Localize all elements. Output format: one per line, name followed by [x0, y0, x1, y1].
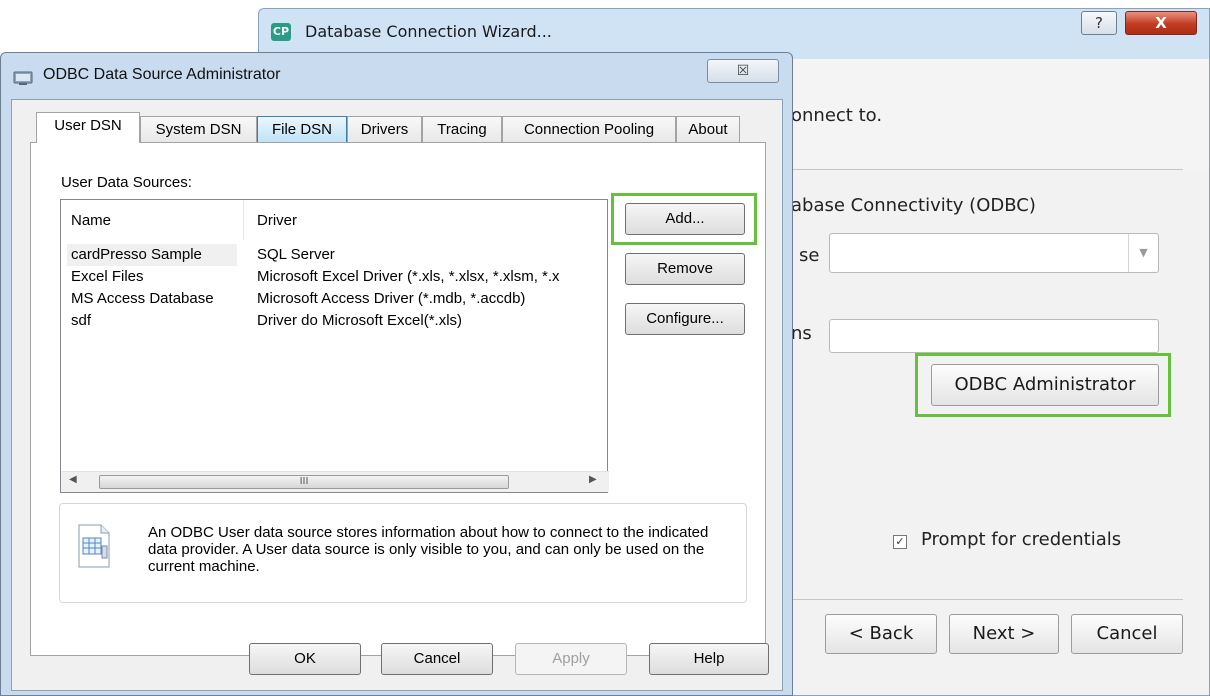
next-button[interactable]: Next > — [949, 614, 1059, 654]
odbc-administrator-button[interactable]: ODBC Administrator — [931, 364, 1159, 406]
close-icon[interactable]: ☒ — [707, 59, 779, 83]
tab-file-dsn[interactable]: File DSN — [257, 116, 347, 142]
tab-tracing[interactable]: Tracing — [422, 116, 502, 142]
configure-button[interactable]: Configure... — [625, 303, 745, 335]
scroll-left-icon[interactable]: ◀ — [69, 474, 77, 485]
chevron-down-icon: ▼ — [1128, 234, 1158, 272]
tab-drivers[interactable]: Drivers — [347, 116, 422, 142]
add-button[interactable]: Add... — [625, 203, 745, 235]
odbc-option-label: abase Connectivity (ODBC) — [791, 195, 1036, 216]
row-driver: Microsoft Access Driver (*.mdb, *.accdb) — [257, 290, 526, 307]
wizard-title: Database Connection Wizard... — [305, 22, 552, 41]
table-row[interactable]: Excel Files Microsoft Excel Driver (*.xl… — [65, 266, 605, 288]
tab-user-dsn[interactable]: User DSN — [36, 112, 140, 143]
apply-button[interactable]: Apply — [515, 643, 627, 675]
options-label: ns — [791, 323, 812, 344]
cancel-button[interactable]: Cancel — [381, 643, 493, 675]
odbc-app-icon — [13, 71, 33, 85]
column-header-driver[interactable]: Driver — [257, 212, 297, 229]
row-driver: SQL Server — [257, 246, 335, 263]
wizard-cancel-button[interactable]: Cancel — [1071, 614, 1183, 654]
cardpresso-app-icon: CP — [271, 23, 291, 41]
database-dropdown[interactable]: ▼ — [829, 233, 1159, 273]
database-label: se — [799, 245, 820, 266]
table-row[interactable]: sdf Driver do Microsoft Excel(*.xls) — [65, 310, 605, 332]
row-driver: Microsoft Excel Driver (*.xls, *.xlsx, *… — [257, 268, 560, 285]
row-name: cardPresso Sample — [71, 246, 202, 263]
help-icon[interactable]: ? — [1081, 11, 1117, 35]
odbc-administrator-dialog: ODBC Data Source Administrator ☒ User DS… — [0, 52, 793, 696]
row-driver: Driver do Microsoft Excel(*.xls) — [257, 312, 463, 329]
user-data-sources-label: User Data Sources: — [61, 174, 192, 191]
header-divider — [791, 169, 1183, 170]
scroll-right-icon[interactable]: ▶ — [589, 474, 597, 485]
prompt-credentials-label: Prompt for credentials — [921, 529, 1122, 550]
row-name: Excel Files — [71, 268, 144, 285]
back-button[interactable]: < Back — [825, 614, 937, 654]
prompt-credentials-checkbox[interactable]: ✓ — [893, 535, 907, 549]
scroll-thumb[interactable]: III — [99, 475, 509, 489]
info-box: An ODBC User data source stores informat… — [59, 503, 747, 603]
odbc-dialog-title: ODBC Data Source Administrator — [43, 66, 281, 83]
tab-connection-pooling[interactable]: Connection Pooling — [502, 116, 676, 142]
wizard-instruction: onnect to. — [791, 105, 883, 126]
row-name: MS Access Database — [71, 290, 214, 307]
tab-about[interactable]: About — [676, 116, 740, 142]
table-row[interactable]: cardPresso Sample SQL Server — [65, 244, 605, 266]
wizard-title-bar: CP Database Connection Wizard... ? X — [259, 9, 1209, 51]
help-button[interactable]: Help — [649, 643, 769, 675]
horizontal-scrollbar[interactable]: ◀ III ▶ — [61, 471, 609, 492]
tab-system-dsn[interactable]: System DSN — [140, 116, 257, 142]
data-sources-list[interactable]: Name Driver cardPresso Sample SQL Server… — [60, 199, 609, 493]
column-divider[interactable] — [243, 200, 244, 240]
ok-button[interactable]: OK — [249, 643, 361, 675]
footer-divider — [791, 599, 1183, 600]
remove-button[interactable]: Remove — [625, 253, 745, 285]
table-row[interactable]: MS Access Database Microsoft Access Driv… — [65, 288, 605, 310]
wizard-close-button[interactable]: X — [1125, 11, 1197, 35]
data-source-info-icon — [78, 524, 110, 568]
row-name: sdf — [71, 312, 92, 329]
options-input[interactable] — [829, 319, 1159, 353]
info-description: An ODBC User data source stores informat… — [148, 524, 709, 575]
column-header-name[interactable]: Name — [71, 212, 111, 229]
